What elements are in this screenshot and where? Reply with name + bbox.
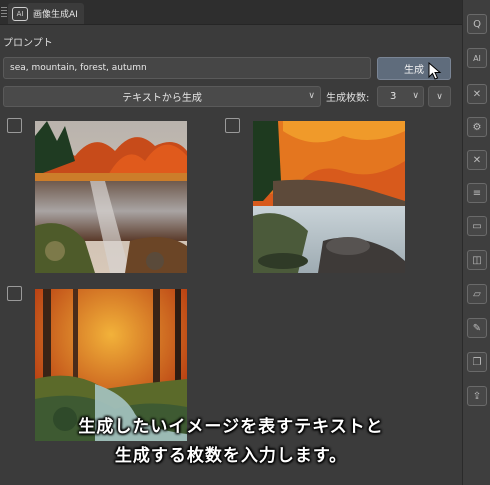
prompt-label: プロンプト — [3, 38, 53, 49]
image-icon[interactable]: ▭ — [467, 216, 487, 236]
chevron-down-icon: ∨ — [412, 91, 419, 101]
right-tool-sidebar: Q AI ✕ ⚙ ✕ ≡ ▭ ◫ ▱ ✎ ❐ ⇪ — [462, 0, 490, 485]
export-icon[interactable]: ⇪ — [467, 386, 487, 406]
close-icon[interactable]: ✕ — [467, 84, 487, 104]
count-label: 生成枚数: — [326, 93, 370, 104]
caption-line-2: 生成する枚数を入力します。 — [114, 446, 348, 466]
image-generation-panel: AI 画像生成AI プロンプト 生成 テキストから生成 ∨ 生成枚数: 3 ∨ … — [0, 0, 462, 485]
autumn-lake-image — [35, 121, 187, 273]
result-checkbox[interactable] — [225, 118, 240, 133]
result-image[interactable] — [35, 121, 187, 273]
generation-mode-select[interactable]: テキストから生成 ∨ — [3, 86, 321, 107]
result-image[interactable] — [253, 121, 405, 273]
prompt-input[interactable] — [3, 57, 371, 79]
caption-line-1: 生成したいイメージを表すテキストと — [78, 417, 384, 437]
tab-label: 画像生成AI — [33, 10, 78, 20]
mode-select-value: テキストから生成 — [122, 93, 202, 104]
tab-image-generation[interactable]: AI 画像生成AI — [8, 3, 84, 24]
result-checkbox[interactable] — [7, 286, 22, 301]
drag-grip-icon[interactable] — [1, 7, 7, 17]
chevron-down-icon: ∨ — [308, 91, 315, 101]
ai-icon[interactable]: AI — [467, 48, 487, 68]
list-icon[interactable]: ≡ — [467, 183, 487, 203]
count-select[interactable]: 3 ∨ — [377, 86, 424, 107]
gear-icon[interactable]: ⚙ — [467, 117, 487, 137]
panel-tab-bar: AI 画像生成AI — [0, 0, 462, 25]
edit-icon[interactable]: ✎ — [467, 318, 487, 338]
autumn-river-image — [253, 121, 405, 273]
result-checkbox[interactable] — [7, 118, 22, 133]
layers-icon[interactable]: ◫ — [467, 250, 487, 270]
mouse-cursor-icon — [428, 62, 442, 80]
copy-icon[interactable]: ❐ — [467, 352, 487, 372]
ai-icon: AI — [12, 6, 28, 21]
count-value: 3 — [390, 91, 397, 102]
search-icon[interactable]: Q — [467, 14, 487, 34]
options-dropdown-button[interactable]: ∨ — [428, 86, 451, 107]
folder-icon[interactable]: ▱ — [467, 284, 487, 304]
chevron-down-icon: ∨ — [436, 91, 443, 102]
close-icon[interactable]: ✕ — [467, 150, 487, 170]
